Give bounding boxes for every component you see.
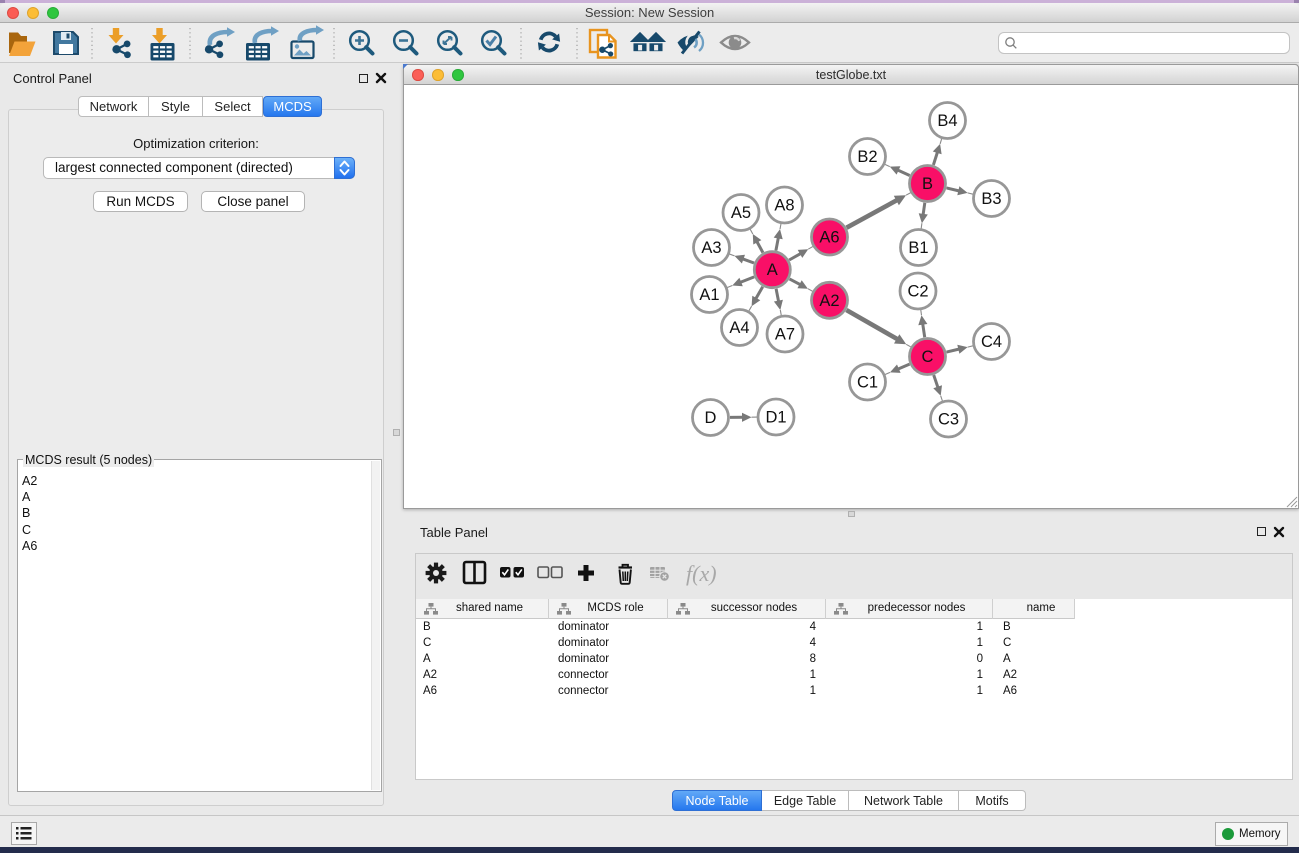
- svg-text:A6: A6: [819, 229, 839, 247]
- svg-text:B3: B3: [981, 190, 1001, 208]
- svg-text:A7: A7: [775, 326, 795, 344]
- svg-text:C4: C4: [981, 333, 1002, 351]
- svg-text:A5: A5: [731, 204, 751, 222]
- svg-text:C1: C1: [857, 374, 878, 392]
- svg-text:B2: B2: [857, 148, 877, 166]
- svg-text:f(x): f(x): [686, 561, 717, 586]
- svg-text:C: C: [922, 348, 934, 366]
- svg-text:A: A: [767, 261, 778, 279]
- svg-text:C3: C3: [938, 411, 959, 429]
- svg-text:C2: C2: [907, 283, 928, 301]
- svg-text:D: D: [705, 409, 717, 427]
- svg-text:A3: A3: [701, 239, 721, 257]
- svg-text:B1: B1: [908, 239, 928, 257]
- svg-text:A4: A4: [729, 319, 749, 337]
- svg-text:A8: A8: [774, 197, 794, 215]
- svg-text:B: B: [922, 175, 933, 193]
- svg-text:D1: D1: [765, 409, 786, 427]
- svg-text:B4: B4: [937, 112, 957, 130]
- svg-text:A2: A2: [819, 292, 839, 310]
- svg-text:A1: A1: [699, 286, 719, 304]
